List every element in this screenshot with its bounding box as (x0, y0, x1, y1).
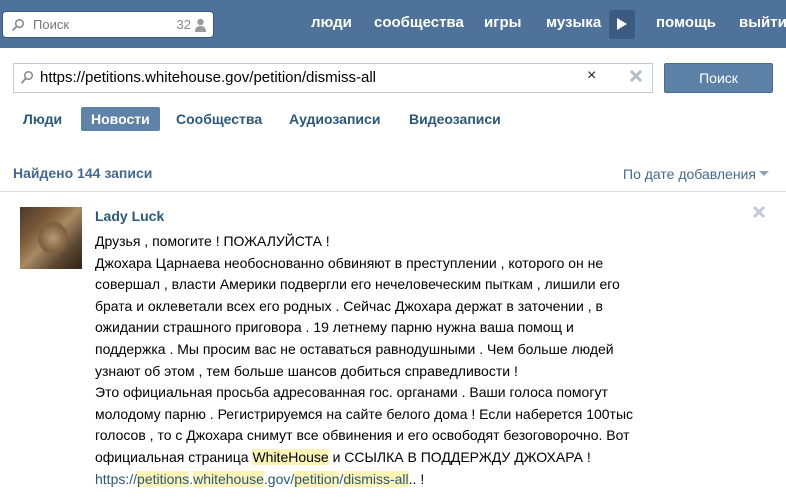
post-line: ожидании страшного приговора . 19 летнем… (95, 319, 574, 336)
link-part-highlighted: whitehouse (193, 470, 264, 487)
search-icon (11, 18, 25, 32)
people-count: 32 (176, 17, 191, 32)
post-line: Джохара Царнаева необоснованно обвиняют … (95, 254, 604, 271)
post-text-fragment: официальная страница (95, 448, 253, 465)
search-placeholder: Поиск (33, 17, 70, 32)
search-query-value: https://petitions.whitehouse.gov/petitio… (40, 69, 377, 86)
post-line: совершал , власти Америки подвергли его … (95, 276, 620, 293)
tab-people[interactable]: Люди (23, 107, 62, 131)
clear-query-icon[interactable]: × (587, 67, 596, 85)
post-line: https://petitions.whitehouse.gov/petitio… (95, 469, 655, 491)
search-button[interactable]: Поиск (664, 63, 773, 93)
link-part-highlighted: petition (294, 470, 340, 487)
link-part-highlighted: dismiss-all (343, 470, 409, 487)
chevron-down-icon[interactable] (759, 171, 769, 176)
post-text-fragment: .. ! (408, 470, 425, 487)
post-text-fragment: и ССЫЛКА В ПОДДЕРЖДУ ДЖОХАРА ! (328, 448, 591, 465)
link-part: .gov/ (263, 470, 295, 487)
avatar[interactable] (20, 207, 82, 269)
link-part-highlighted: petitions (137, 470, 190, 487)
post-line: брата и оклеветали всех его родных . Сей… (95, 297, 603, 314)
tab-video[interactable]: Видеозаписи (409, 107, 501, 131)
post-line: Друзья , помогите ! ПОЖАЛУЙСТА ! (95, 233, 330, 249)
search-icon (20, 70, 34, 84)
play-icon (617, 18, 627, 30)
tab-communities[interactable]: Сообщества (176, 107, 262, 131)
post-line: официальная страница WhiteHouse и ССЫЛКА… (95, 447, 655, 469)
post-line: молодому парню . Регистрируемся на сайте… (95, 405, 634, 422)
post-line: поддержка . Мы просим вас не оставаться … (95, 340, 614, 357)
results-count: Найдено 144 записи (13, 165, 153, 181)
tab-audio[interactable]: Аудиозаписи (289, 107, 380, 131)
close-icon[interactable] (629, 69, 643, 83)
nav-music[interactable]: музыка (546, 14, 601, 31)
global-search-input[interactable]: Поиск 32 (2, 11, 214, 38)
link-part: https:// (95, 470, 138, 487)
divider (0, 191, 786, 192)
music-play-button[interactable] (609, 10, 635, 39)
search-query-input[interactable]: https://petitions.whitehouse.gov/petitio… (13, 63, 653, 93)
person-icon (195, 18, 206, 32)
post-line: голосов , то с Джохара снимут все обвине… (95, 427, 630, 444)
nav-logout[interactable]: выйти (739, 14, 786, 31)
post-line: Это официальная просьба адресованная гос… (95, 384, 608, 401)
sort-dropdown[interactable]: По дате добавления (623, 166, 756, 182)
post-line: узнают об этом , тем больше шансов добит… (95, 362, 518, 379)
highlighted-term: WhiteHouse (252, 448, 329, 465)
nav-communities[interactable]: сообщества (374, 14, 464, 31)
close-icon[interactable] (752, 205, 766, 219)
tab-news[interactable]: Новости (81, 107, 160, 131)
post-author[interactable]: Lady Luck (95, 208, 164, 224)
post-text: Друзья , помогите ! ПОЖАЛУЙСТА ! Джохара… (95, 231, 655, 490)
nav-help[interactable]: помощь (656, 14, 716, 31)
top-navigation-bar: Поиск 32 люди сообщества игры музыка пом… (0, 0, 786, 48)
nav-people[interactable]: люди (311, 14, 352, 31)
nav-games[interactable]: игры (484, 14, 521, 31)
petition-link[interactable]: https://petitions.whitehouse.gov/petitio… (95, 470, 409, 487)
